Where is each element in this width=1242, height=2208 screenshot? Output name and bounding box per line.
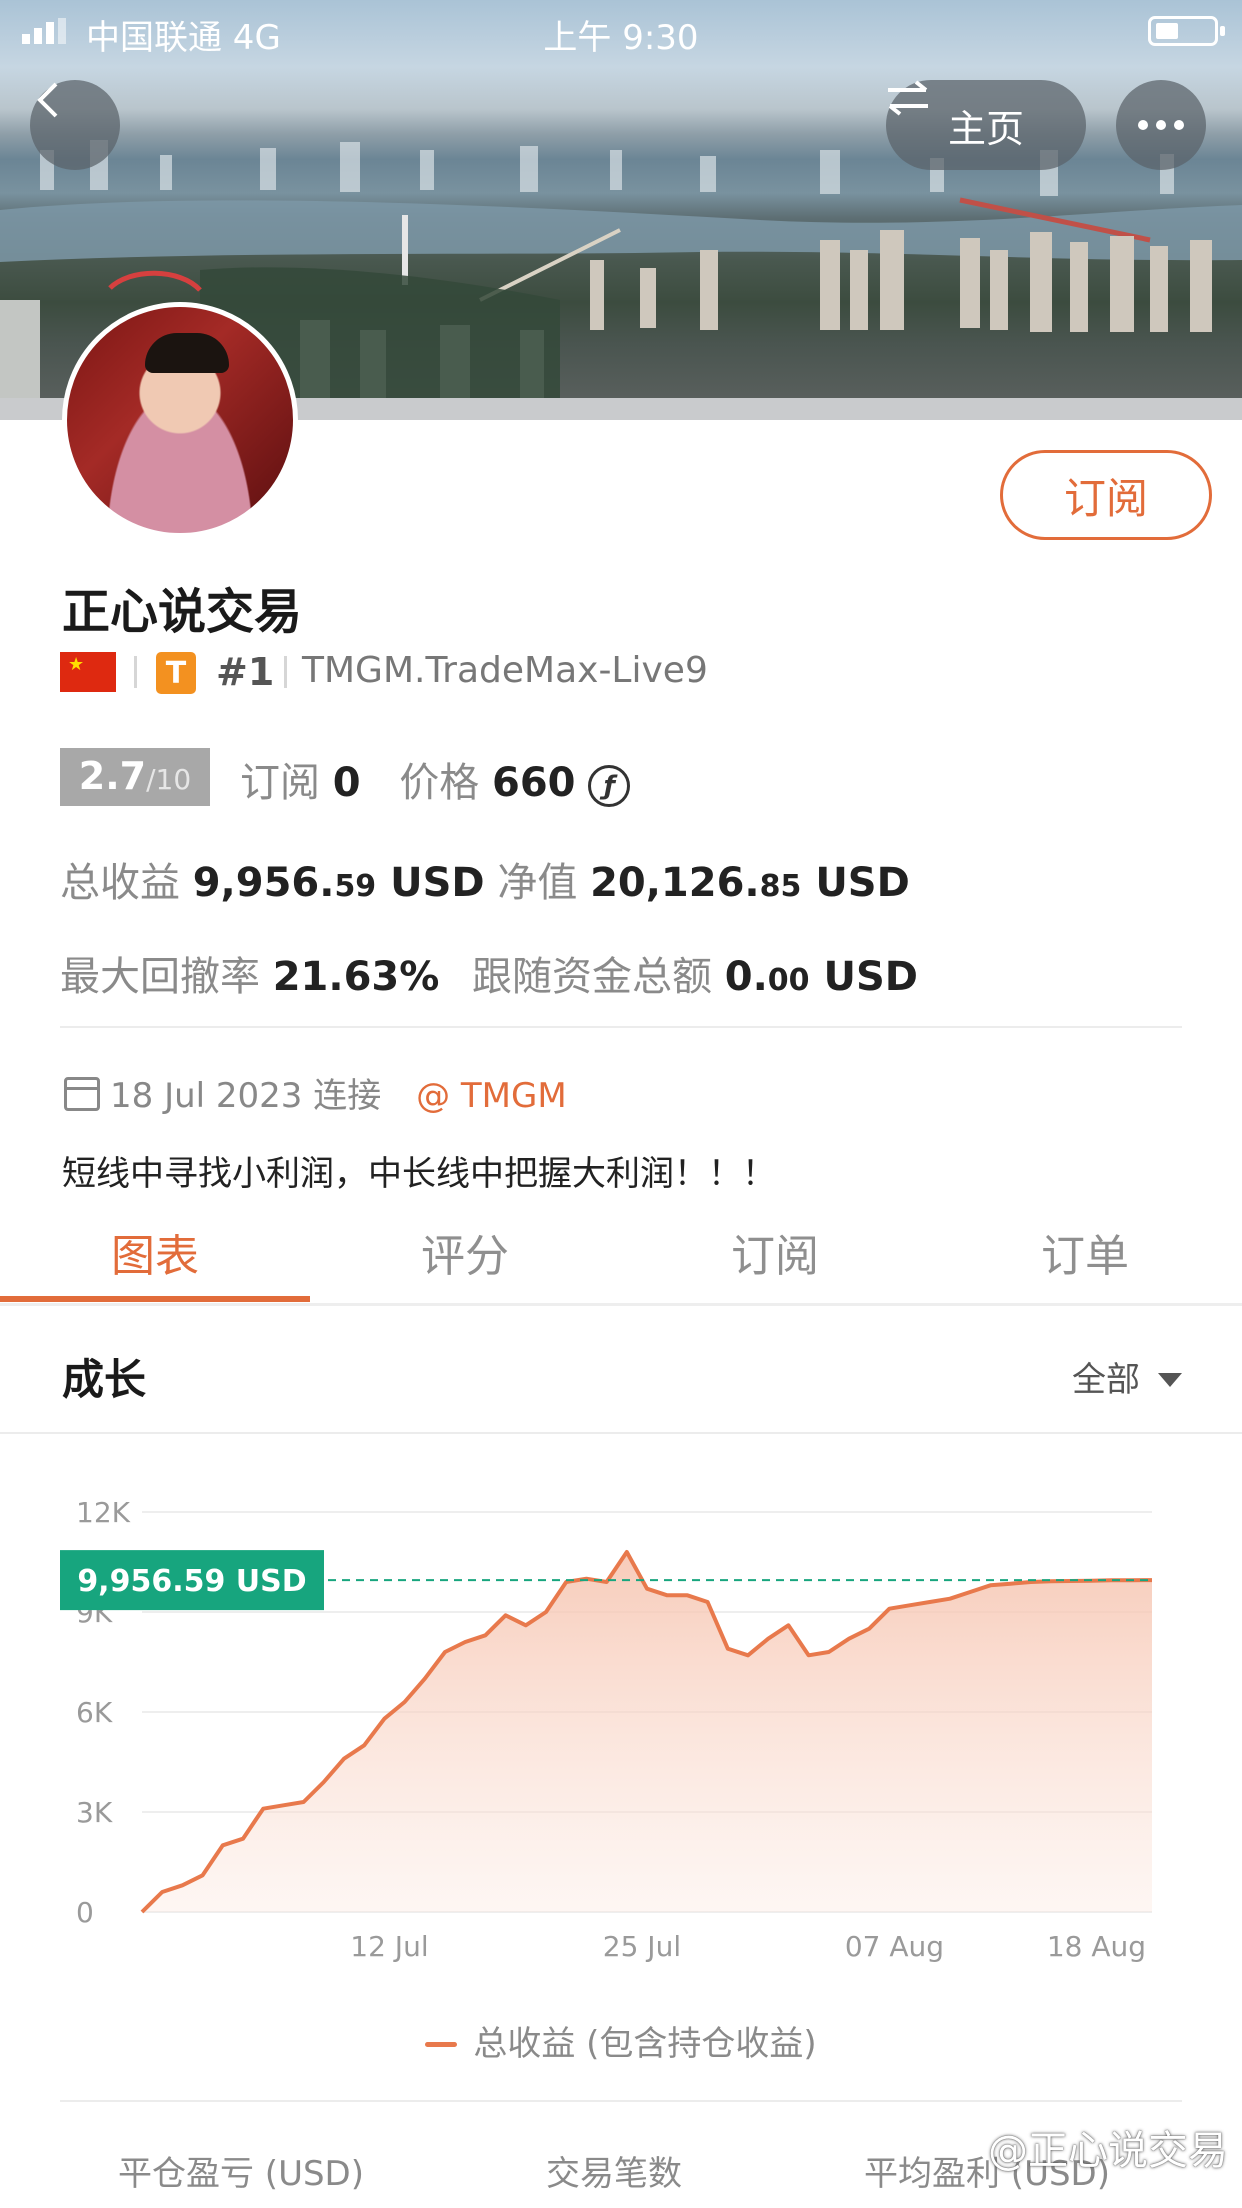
x-tick-label: 12 Jul [350, 1930, 428, 1963]
subscriber-count: 0 [332, 760, 361, 806]
battery-icon [1148, 16, 1225, 46]
back-button[interactable] [30, 80, 120, 170]
tab-orders[interactable]: 订单 [930, 1220, 1240, 1284]
home-button-label: 主页 [947, 106, 1024, 151]
rank-label: #1 [216, 650, 275, 694]
drawdown-value: 21.63% [272, 954, 440, 1000]
y-tick-label: 6K [76, 1696, 113, 1729]
more-dots-icon [1138, 120, 1148, 130]
score-max: /10 [146, 763, 192, 796]
stat-closed-pnl-label: 平仓盈亏 (USD) [118, 2154, 364, 2194]
status-bar: 中国联通 4G 上午 9:30 [0, 0, 1242, 60]
tab-bar: 图表 评分 订阅 订单 [0, 1210, 1242, 1306]
equity-value: 20,126.85 USD [590, 860, 910, 906]
current-value-label: 9,956.59 USD [77, 1564, 306, 1599]
more-button[interactable] [1116, 80, 1206, 170]
stat-trade-count-label: 交易笔数 [546, 2154, 682, 2194]
connected-date: 18 Jul 2023 连接 @ TMGM [64, 1068, 567, 1117]
profit-row: 总收益 9,956.59 USD 净值 20,126.85 USD [60, 860, 910, 906]
china-flag-icon: ★ [60, 652, 116, 692]
y-tick-label: 0 [76, 1896, 94, 1929]
range-filter-dropdown[interactable]: 全部 [1072, 1352, 1182, 1401]
avatar[interactable] [62, 302, 298, 538]
growth-chart[interactable]: 03K6K9K12K12 Jul 25 Jul 07 Aug 18 Aug9,956.… [0, 1470, 1242, 1990]
chart-legend: 总收益 (包含持仓收益) [0, 2016, 1242, 2065]
tab-rating[interactable]: 评分 [310, 1220, 620, 1284]
trader-name: 正心说交易 [62, 584, 303, 640]
score-value: 2.7 [78, 754, 147, 798]
caret-down-icon [1158, 1373, 1182, 1387]
broker-link[interactable]: @ TMGM [416, 1076, 567, 1116]
drawdown-row: 最大回撤率 21.63% 跟随资金总额 0.00 USD [60, 954, 918, 1000]
total-profit-value: 9,956.59 USD [192, 860, 485, 906]
x-tick-label: 07 Aug [845, 1930, 944, 1963]
status-time: 上午 9:30 [543, 18, 699, 58]
tab-chart[interactable]: 图表 [0, 1220, 310, 1284]
y-tick-label: 3K [76, 1796, 113, 1829]
swap-arrows-icon [888, 80, 928, 116]
subscribers-row: 订阅 0 价格 660 ƒ [240, 750, 631, 808]
subscribe-button[interactable]: 订阅 [1000, 450, 1212, 540]
y-tick-label: 12K [76, 1496, 131, 1529]
x-tick-label: 18 Aug [1047, 1930, 1146, 1963]
home-button[interactable]: 主页 [886, 80, 1086, 170]
watermark: @正心说交易 [988, 2128, 1228, 2174]
legend-swatch [425, 2042, 458, 2047]
calendar-icon [64, 1077, 100, 1111]
price-value: 660 [492, 760, 576, 806]
section-title: 成长 [62, 1355, 147, 1404]
tab-subscribe[interactable]: 订阅 [620, 1220, 930, 1284]
chevron-left-icon [37, 82, 58, 118]
follow-funds-value: 0.00 USD [724, 954, 918, 1000]
bio-text: 短线中寻找小利润，中长线中把握大利润！！！ [62, 1154, 776, 1194]
coin-icon: ƒ [588, 765, 631, 807]
active-tab-indicator [0, 1296, 310, 1302]
server-name: TMGM.TradeMax-Live9 [302, 650, 708, 691]
x-tick-label: 25 Jul [603, 1930, 681, 1963]
trader-badge: T [156, 652, 196, 694]
score-badge: 2.7 /10 [60, 748, 210, 806]
